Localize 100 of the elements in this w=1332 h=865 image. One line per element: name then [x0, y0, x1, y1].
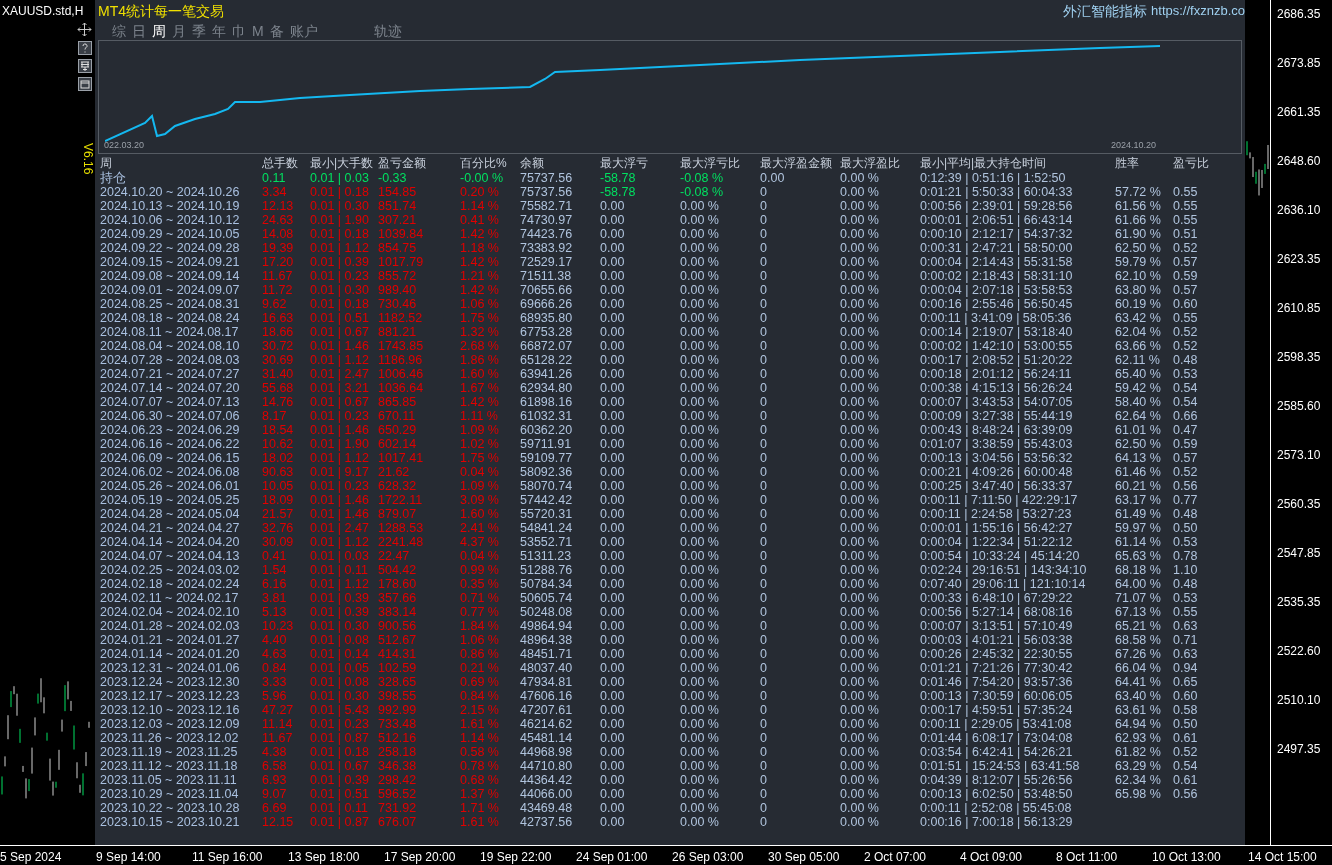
lots-cell-text: 6.16 — [262, 577, 288, 591]
float-loss-cell-text: 0.00 — [600, 353, 626, 367]
week-cell-text: 2024.09.15 ~ 2024.09.21 — [100, 255, 241, 269]
hold-time-cell-text: 0:00:33 | 6:48:10 | 67:29:22 — [920, 591, 1074, 605]
float-loss-cell-text: 0.00 — [600, 227, 626, 241]
float-loss-cell-text: 0.00 — [600, 465, 626, 479]
lots-cell-text: 0.41 — [262, 549, 288, 563]
balance-cell-text: 72529.17 — [520, 255, 574, 269]
lots-cell-text: 4.40 — [262, 633, 288, 647]
lot-range-cell-text: 0.01 | 1.12 — [310, 353, 370, 367]
float-profit-percent-cell-text: 0.00 % — [840, 297, 880, 311]
lots-cell-text: 18.54 — [262, 423, 295, 437]
float-loss-percent-cell-text: 0.00 % — [680, 451, 720, 465]
float-profit-percent-cell-text: 0.00 % — [840, 619, 880, 633]
float-loss-cell-text: 0.00 — [600, 619, 626, 633]
balance-cell-text: 44710.80 — [520, 759, 574, 773]
lot-range-cell-text: 0.01 | 0.14 — [310, 647, 370, 661]
float-profit-cell-text: 0 — [760, 311, 768, 325]
hold-time-cell-text: 0:00:02 | 1:42:10 | 53:00:55 — [920, 339, 1074, 353]
balance-cell-text: 71511.38 — [520, 269, 573, 283]
float-profit-percent-cell-text: 0.00 % — [840, 353, 880, 367]
hold-time-cell-text: 0:00:10 | 2:12:17 | 54:37:32 — [920, 227, 1074, 241]
percent-cell-text: 0.86 % — [460, 647, 500, 661]
float-loss-cell-text: 0.00 — [600, 647, 626, 661]
window-icon[interactable] — [77, 77, 92, 91]
profit-cell-text: 602.14 — [378, 437, 418, 451]
grid-box-icon[interactable] — [77, 59, 92, 73]
lots-cell-text: 32.76 — [262, 521, 295, 535]
version-label: V6.16 — [80, 143, 96, 175]
hold-time-cell-text: 0:01:51 | 15:24:53 | 63:41:58 — [920, 759, 1081, 773]
period-tab[interactable]: 备 — [266, 22, 287, 40]
float-loss-percent-cell-text: 0.00 % — [680, 479, 720, 493]
float-profit-cell-text: 0 — [760, 759, 768, 773]
percent-cell-text: 1.84 % — [460, 619, 500, 633]
float-loss-cell-text: 0.00 — [600, 493, 626, 507]
lots-cell-text: 5.13 — [262, 605, 288, 619]
period-tab[interactable]: 周 — [149, 22, 169, 40]
period-tab[interactable]: 月 — [169, 22, 189, 40]
float-profit-cell-text: 0 — [760, 213, 768, 227]
week-cell-text: 2024.10.06 ~ 2024.10.12 — [100, 213, 241, 227]
float-loss-cell-text: 0.00 — [600, 199, 626, 213]
lot-range-cell-text: 0.01 | 0.23 — [310, 717, 370, 731]
site-link[interactable]: https://fxznzb.co — [1151, 1, 1245, 21]
float-profit-percent-cell-text: 0.00 % — [840, 661, 880, 675]
float-profit-cell-text: 0 — [760, 647, 768, 661]
period-tab[interactable]: 季 — [189, 22, 209, 40]
period-tab[interactable]: 综 — [109, 22, 129, 40]
float-loss-cell-text: 0.00 — [600, 689, 626, 703]
price-label: 2636.10 — [1277, 203, 1321, 217]
lots-cell-text: 14.08 — [262, 227, 295, 241]
float-profit-cell-text: 0 — [760, 675, 768, 689]
column-header: 余额 — [520, 156, 544, 171]
float-profit-cell-text: 0 — [760, 409, 768, 423]
week-cell-text: 2023.12.24 ~ 2023.12.30 — [100, 675, 241, 689]
float-profit-percent-cell-text: 0.00 % — [840, 199, 880, 213]
float-loss-percent-cell-text: 0.00 % — [680, 801, 720, 815]
profit-cell-text: 21.62 — [378, 465, 411, 479]
float-loss-cell-text: 0.00 — [600, 521, 626, 535]
float-profit-cell-text: 0 — [760, 423, 768, 437]
percent-cell-text: 0.21 % — [460, 661, 500, 675]
period-tab[interactable]: 日 — [129, 22, 149, 40]
hold-time-cell-text: 0:00:14 | 2:19:07 | 53:18:40 — [920, 325, 1074, 339]
win-rate-cell-text: 65.21 % — [1115, 619, 1162, 633]
period-tab[interactable]: 年 — [209, 22, 229, 40]
float-loss-percent-cell-text: -0.08 % — [680, 171, 725, 185]
lot-range-cell-text: 0.01 | 0.23 — [310, 269, 370, 283]
week-cell-text: 2023.10.22 ~ 2023.10.28 — [100, 801, 241, 815]
hold-time-cell-text: 0:00:56 | 5:27:14 | 68:08:16 — [920, 605, 1074, 619]
panel-title: MT4统计每一笔交易 — [98, 1, 224, 21]
track-tab[interactable]: 轨迹 — [370, 22, 405, 40]
profit-ratio-cell-text: 0.63 — [1173, 647, 1199, 661]
hold-time-cell-text: 0:00:38 | 4:15:13 | 56:26:24 — [920, 381, 1074, 395]
float-profit-cell-text: 0 — [760, 381, 768, 395]
profit-cell-text: 1288.53 — [378, 521, 425, 535]
period-tab[interactable]: 账户 — [286, 22, 321, 40]
week-cell-text: 2024.02.18 ~ 2024.02.24 — [100, 577, 241, 591]
profit-ratio-cell-text: 0.57 — [1173, 283, 1199, 297]
profit-cell-text: 1017.41 — [378, 451, 425, 465]
float-loss-cell-text: 0.00 — [600, 437, 626, 451]
float-loss-percent-cell-text: 0.00 % — [680, 731, 720, 745]
hold-time-cell-text: 0:00:07 | 3:43:53 | 54:07:05 — [920, 395, 1074, 409]
week-cell-text: 2024.04.21 ~ 2024.04.27 — [100, 521, 241, 535]
win-rate-cell-text: 60.19 % — [1115, 297, 1162, 311]
float-profit-percent-cell-text: 0.00 % — [840, 787, 880, 801]
lot-range-cell-text: 0.01 | 2.47 — [310, 367, 370, 381]
percent-cell-text: 1.14 % — [460, 731, 500, 745]
win-rate-cell-text: 63.61 % — [1115, 703, 1162, 717]
period-tab[interactable]: 巾 — [229, 22, 249, 40]
float-loss-percent-cell-text: 0.00 % — [680, 465, 720, 479]
float-profit-cell-text: 0 — [760, 801, 768, 815]
balance-cell-text: 58092.36 — [520, 465, 574, 479]
time-label: 13 Sep 18:00 — [288, 849, 360, 864]
float-profit-cell-text: 0 — [760, 269, 768, 283]
float-loss-cell-text: 0.00 — [600, 409, 626, 423]
float-profit-percent-cell-text: 0.00 % — [840, 185, 880, 199]
profit-ratio-cell-text: 0.52 — [1173, 339, 1199, 353]
help-icon[interactable] — [77, 41, 92, 55]
week-cell-text: 2024.07.21 ~ 2024.07.27 — [100, 367, 241, 381]
move-icon[interactable] — [77, 22, 92, 37]
period-tab[interactable]: M — [249, 22, 267, 40]
